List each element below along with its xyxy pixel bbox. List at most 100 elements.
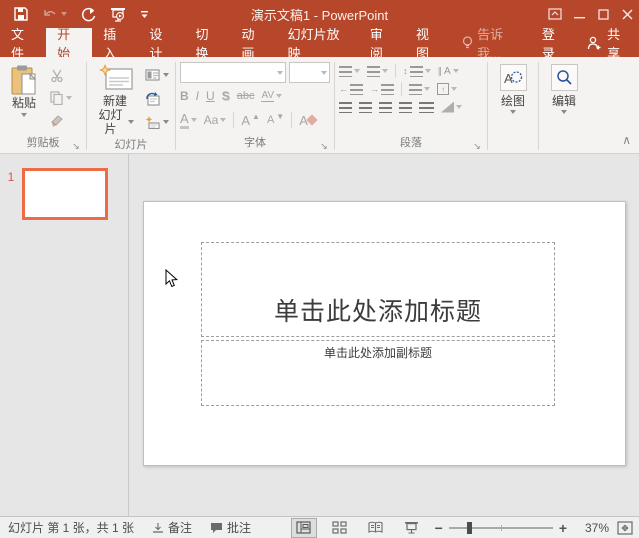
section-button[interactable]	[143, 112, 171, 132]
columns-button[interactable]	[409, 84, 430, 95]
layout-dropdown-arrow	[163, 73, 169, 77]
copy-button[interactable]	[48, 88, 74, 108]
align-text-button[interactable]: ↑	[437, 83, 457, 95]
subtitle-placeholder-text: 单击此处添加副标题	[324, 341, 432, 361]
paragraph-dialog-launcher-icon[interactable]: ↘	[472, 141, 482, 151]
slide-editing-area: 单击此处添加标题 单击此处添加副标题	[129, 154, 639, 516]
tab-slideshow[interactable]: 幻灯片放映	[277, 28, 359, 57]
underline-button[interactable]: U	[206, 89, 215, 103]
share-button[interactable]: 共享	[576, 28, 639, 57]
editing-find-icon	[551, 64, 578, 91]
slideshow-view-button[interactable]	[399, 518, 425, 538]
save-icon[interactable]	[14, 7, 28, 21]
clear-formatting-button[interactable]: A	[299, 113, 316, 128]
align-center-button[interactable]	[359, 102, 372, 113]
sign-in-button[interactable]: 登录	[531, 28, 576, 57]
tab-transitions[interactable]: 切换	[184, 28, 230, 57]
slide-canvas[interactable]: 单击此处添加标题 单击此处添加副标题	[143, 201, 626, 466]
copy-dropdown-arrow	[66, 96, 72, 100]
minimize-icon[interactable]	[567, 0, 591, 28]
paragraph-group: ↕ ∥A ← → ↑ 段落 ↘	[335, 60, 487, 153]
font-dialog-launcher-icon[interactable]: ↘	[319, 141, 329, 151]
ribbon-home: 粘贴 剪贴板 ↘	[0, 57, 639, 154]
normal-view-button[interactable]	[291, 518, 317, 538]
undo-icon[interactable]	[42, 8, 67, 21]
text-shadow-button[interactable]: S	[222, 89, 230, 103]
font-group-label: 字体	[244, 137, 266, 149]
zoom-level[interactable]: 37%	[575, 521, 609, 535]
increase-font-size-button[interactable]: A▲	[241, 113, 260, 128]
italic-button[interactable]: I	[196, 89, 199, 103]
slide-counter: 幻灯片 第 1 张，共 1 张	[8, 519, 134, 536]
decrease-font-size-button[interactable]: A▼	[267, 114, 284, 126]
tab-insert[interactable]: 插入	[92, 28, 138, 57]
format-painter-button[interactable]	[48, 110, 74, 130]
distribute-button[interactable]	[419, 102, 434, 113]
close-icon[interactable]	[615, 0, 639, 28]
tab-design[interactable]: 设计	[138, 28, 184, 57]
new-slide-button[interactable]: 新建 幻灯片	[91, 62, 139, 138]
slide-thumbnail[interactable]	[22, 168, 108, 220]
tab-file[interactable]: 文件	[0, 28, 46, 57]
comments-icon	[210, 522, 223, 534]
tell-me-box[interactable]: 告诉我...	[451, 28, 531, 57]
paste-button[interactable]: 粘贴	[4, 62, 44, 136]
cut-button[interactable]	[48, 65, 74, 85]
zoom-out-icon[interactable]: −	[435, 523, 443, 533]
align-right-button[interactable]	[379, 102, 392, 113]
clipboard-dialog-launcher-icon[interactable]: ↘	[71, 141, 81, 151]
reset-button[interactable]	[143, 89, 171, 109]
convert-to-smartart-button[interactable]	[441, 102, 462, 113]
ribbon-display-options-icon[interactable]	[543, 0, 567, 28]
font-size-combobox[interactable]	[289, 62, 330, 83]
fit-to-window-icon[interactable]	[617, 521, 633, 535]
reading-view-button[interactable]	[363, 518, 389, 538]
paste-dropdown-arrow	[21, 113, 27, 117]
increase-indent-button[interactable]: →	[370, 84, 394, 95]
comments-button[interactable]: 批注	[210, 519, 251, 536]
redo-icon[interactable]	[81, 7, 96, 22]
drawing-button[interactable]: A 绘图	[492, 62, 534, 136]
slide-number: 1	[0, 168, 22, 516]
start-from-beginning-icon[interactable]	[110, 7, 126, 22]
line-spacing-button[interactable]: ↕	[403, 66, 431, 77]
new-slide-label-line2: 幻灯片	[96, 108, 125, 136]
decrease-indent-button[interactable]: ←	[339, 84, 363, 95]
text-direction-button[interactable]: ∥A	[438, 66, 459, 77]
slide-sorter-view-button[interactable]	[327, 518, 353, 538]
customize-quick-access-toolbar-icon[interactable]	[140, 10, 149, 19]
title-placeholder[interactable]: 单击此处添加标题	[201, 242, 555, 337]
align-left-button[interactable]	[339, 102, 352, 113]
maximize-icon[interactable]	[591, 0, 615, 28]
clipboard-group-label: 剪贴板	[27, 137, 60, 149]
font-color-button[interactable]: A	[180, 111, 197, 129]
paste-clipboard-icon	[9, 64, 39, 96]
notes-button[interactable]: 备注	[152, 519, 192, 536]
title-placeholder-text: 单击此处添加标题	[274, 292, 482, 336]
tab-home[interactable]: 开始	[46, 28, 92, 57]
zoom-controls: − +	[435, 523, 567, 533]
tab-review[interactable]: 审阅	[359, 28, 405, 57]
layout-button[interactable]	[143, 65, 171, 85]
character-spacing-button[interactable]: AV	[261, 90, 282, 102]
tab-view[interactable]: 视图	[405, 28, 451, 57]
font-name-combobox[interactable]	[180, 62, 286, 83]
zoom-in-icon[interactable]: +	[559, 523, 567, 533]
bold-button[interactable]: B	[180, 89, 189, 103]
paste-label: 粘贴	[12, 96, 36, 110]
justify-button[interactable]	[399, 102, 412, 113]
change-case-button[interactable]: Aa	[204, 113, 227, 127]
bullets-button[interactable]	[339, 66, 360, 77]
zoom-slider[interactable]	[449, 527, 553, 529]
zoom-slider-handle[interactable]	[467, 522, 472, 534]
editing-dropdown-arrow	[561, 110, 567, 114]
collapse-ribbon-icon[interactable]: ∧	[622, 133, 631, 147]
ribbon-tab-bar: 文件 开始 插入 设计 切换 动画 幻灯片放映 审阅 视图 告诉我... 登录 …	[0, 28, 639, 57]
editing-button[interactable]: 编辑	[543, 62, 585, 136]
tabrow-right: 告诉我... 登录 共享	[451, 28, 639, 57]
strikethrough-button[interactable]: abc	[237, 90, 255, 102]
tab-animations[interactable]: 动画	[231, 28, 277, 57]
subtitle-placeholder[interactable]: 单击此处添加副标题	[201, 340, 555, 406]
numbering-button[interactable]	[367, 66, 388, 77]
new-slide-dropdown-arrow	[128, 120, 134, 124]
